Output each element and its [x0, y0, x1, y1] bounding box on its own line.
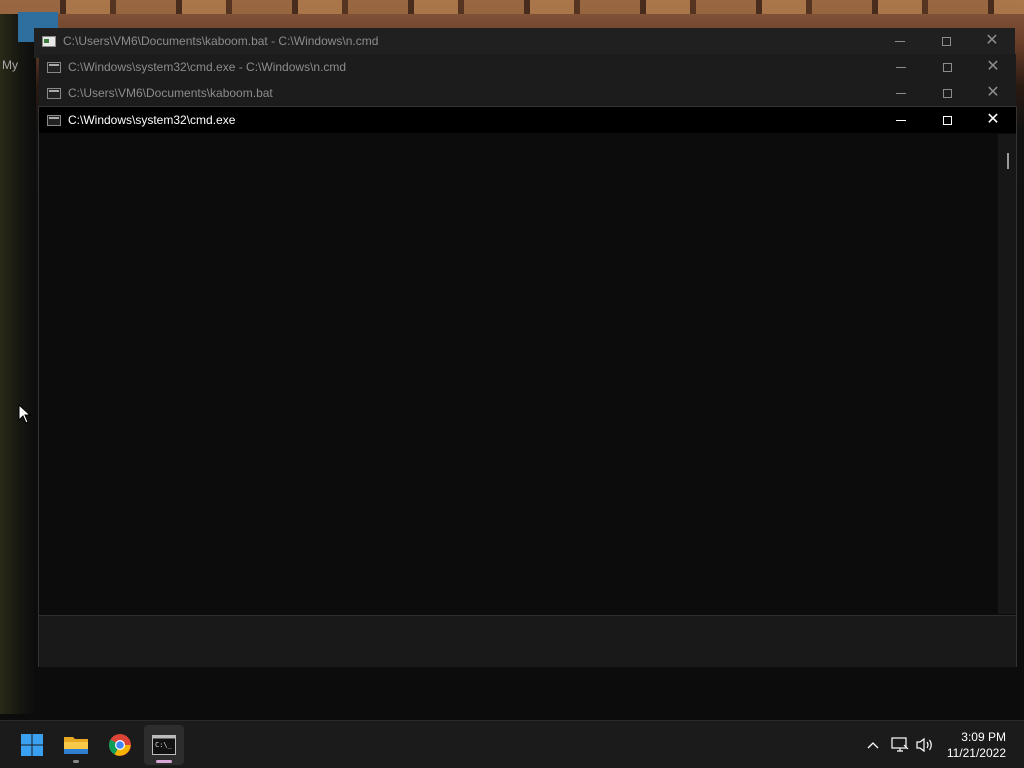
close-button[interactable]: ✕ [969, 28, 1015, 54]
taskbar-command-prompt[interactable]: C:\_ [144, 725, 184, 765]
wallpaper-strip [0, 0, 1024, 14]
taskbar: C:\_ 3:09 PM 11/21/2022 [0, 720, 1024, 768]
maximize-icon [942, 88, 952, 98]
window-cmd-exe[interactable]: C:\Windows\system32\cmd.exe ✕ [38, 106, 1017, 667]
folder-icon [64, 737, 88, 754]
title-bar[interactable]: C:\Windows\system32\cmd.exe - C:\Windows… [39, 54, 1016, 80]
desktop-icon-label[interactable]: My [2, 58, 18, 72]
maximize-icon [941, 36, 951, 46]
taskbar-chrome[interactable] [100, 725, 140, 765]
cmd-icon: C:\_ [152, 735, 176, 755]
mouse-cursor-icon [18, 404, 32, 424]
maximize-button[interactable] [924, 107, 970, 133]
show-hidden-icons-button[interactable] [862, 721, 884, 768]
maximize-icon [942, 62, 952, 72]
maximize-icon [942, 115, 952, 125]
chevron-up-icon [867, 742, 879, 749]
window-title: C:\Users\VM6\Documents\kaboom.bat - C:\W… [63, 34, 379, 48]
network-button[interactable] [889, 721, 911, 768]
minimize-button[interactable] [878, 80, 924, 106]
vertical-scrollbar[interactable] [998, 134, 1016, 614]
minimize-icon [896, 66, 906, 68]
running-indicator [156, 760, 172, 763]
window-title: C:\Windows\system32\cmd.exe [68, 113, 236, 127]
windows-logo-icon [21, 734, 43, 756]
clock-time: 3:09 PM [961, 730, 1006, 744]
batch-file-icon [42, 35, 56, 47]
cmd-icon [47, 87, 61, 99]
minimize-icon [896, 119, 906, 121]
running-indicator [73, 760, 79, 763]
close-icon: ✕ [986, 84, 1000, 101]
minimize-button[interactable] [877, 28, 923, 54]
close-icon: ✕ [985, 32, 999, 49]
volume-button[interactable] [914, 721, 936, 768]
cmd-icon [47, 61, 61, 73]
maximize-button[interactable] [924, 80, 970, 106]
wallpaper-edge [0, 14, 36, 714]
clock-date: 11/21/2022 [946, 746, 1006, 760]
maximize-button[interactable] [924, 54, 970, 80]
start-button[interactable] [12, 725, 52, 765]
close-icon: ✕ [986, 58, 1000, 75]
window-title: C:\Users\VM6\Documents\kaboom.bat [68, 86, 273, 100]
close-button[interactable]: ✕ [970, 54, 1016, 80]
system-clock[interactable]: 3:09 PM 11/21/2022 [947, 729, 1006, 761]
title-bar[interactable]: C:\Users\VM6\Documents\kaboom.bat - C:\W… [34, 28, 1015, 54]
minimize-icon [896, 92, 906, 94]
scrollbar-thumb[interactable] [1007, 153, 1009, 169]
volume-icon [916, 737, 932, 753]
minimize-button[interactable] [878, 107, 924, 133]
chrome-icon [109, 734, 131, 756]
cmd-icon [47, 114, 61, 126]
console-bottom-pane [39, 615, 1016, 667]
minimize-button[interactable] [878, 54, 924, 80]
title-bar[interactable]: C:\Windows\system32\cmd.exe ✕ [39, 107, 1016, 133]
close-button[interactable]: ✕ [970, 80, 1016, 106]
close-icon: ✕ [986, 111, 1000, 128]
title-bar[interactable]: C:\Users\VM6\Documents\kaboom.bat ✕ [39, 80, 1016, 106]
network-icon [891, 737, 909, 752]
close-button[interactable]: ✕ [970, 107, 1016, 133]
console-output-area[interactable] [39, 134, 1016, 614]
maximize-button[interactable] [923, 28, 969, 54]
taskbar-file-explorer[interactable] [56, 725, 96, 765]
window-title: C:\Windows\system32\cmd.exe - C:\Windows… [68, 60, 347, 74]
svg-text:C:\_: C:\_ [155, 741, 173, 749]
minimize-icon [895, 40, 905, 42]
